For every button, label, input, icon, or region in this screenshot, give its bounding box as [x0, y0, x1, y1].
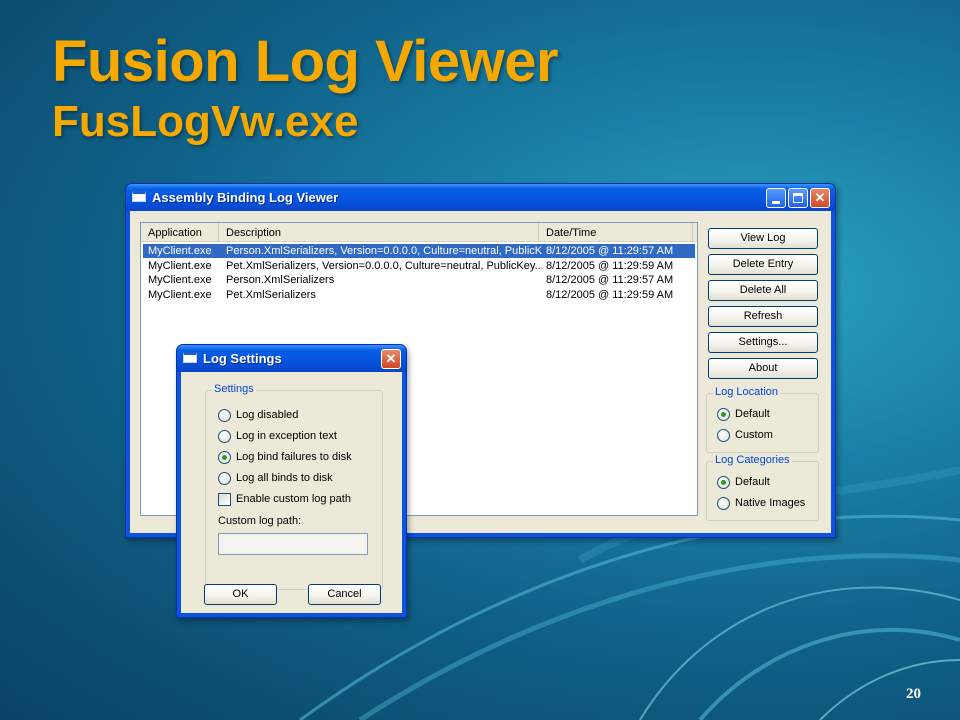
main-titlebar[interactable]: Assembly Binding Log Viewer ✕	[126, 184, 835, 211]
radio-log-location-default[interactable]	[717, 408, 730, 421]
log-settings-dialog: Log Settings ✕ Settings Log disabled Log …	[176, 344, 407, 618]
radio-log-categories-default[interactable]	[717, 476, 730, 489]
log-location-label: Log Location	[713, 386, 780, 398]
cell-datetime: 8/12/2005 @ 11:29:59 AM	[546, 259, 674, 272]
option-label: Custom	[735, 429, 773, 441]
option-label: Log all binds to disk	[236, 472, 333, 484]
cell-description: Person.XmlSerializers	[226, 274, 335, 286]
option-label: Default	[735, 408, 770, 420]
enable-custom-log-path-checkbox[interactable]	[218, 493, 231, 506]
option-label: Enable custom log path	[236, 493, 351, 505]
ok-button[interactable]: OK	[204, 584, 277, 605]
dialog-window-icon	[183, 352, 197, 363]
settings-client-area: Settings Log disabled Log in exception te…	[181, 372, 402, 613]
slide-title: Fusion Log Viewer	[52, 29, 559, 94]
radio-log-categories-native-images[interactable]	[717, 497, 730, 510]
delete-entry-button[interactable]: Delete Entry	[708, 254, 818, 275]
option-label: Default	[735, 476, 770, 488]
log-categories-group: Log Categories Default Native Images	[706, 454, 819, 521]
column-header-datetime[interactable]: Date/Time	[539, 223, 693, 242]
maximize-icon	[793, 193, 803, 203]
settings-group-label: Settings	[212, 383, 256, 395]
minimize-icon	[772, 200, 780, 204]
close-icon: ✕	[814, 190, 826, 205]
log-location-group: Log Location Default Custom	[706, 386, 819, 453]
settings-radio[interactable]	[218, 451, 231, 464]
table-row[interactable]: MyClient.exe Person.XmlSerializers, Versi…	[143, 244, 695, 258]
cancel-button[interactable]: Cancel	[308, 584, 381, 605]
cell-description: Pet.XmlSerializers, Version=0.0.0.0, Cul…	[226, 259, 542, 272]
cell-application: MyClient.exe	[148, 259, 212, 272]
option-label: Log bind failures to disk	[236, 451, 352, 463]
custom-log-path-input[interactable]	[218, 533, 368, 555]
table-row[interactable]: MyClient.exe Pet.XmlSerializers, Version=…	[143, 259, 695, 273]
settings-radio[interactable]	[218, 430, 231, 443]
minimize-button[interactable]	[766, 188, 786, 208]
table-row[interactable]: MyClient.exe Person.XmlSerializers 8/12/20…	[143, 273, 695, 287]
slide-page-number: 20	[906, 686, 921, 702]
list-header: Application Description Date/Time	[141, 223, 697, 242]
main-window-title: Assembly Binding Log Viewer	[152, 190, 339, 205]
close-button[interactable]: ✕	[810, 188, 830, 208]
settings-button[interactable]: Settings...	[708, 332, 818, 353]
close-icon: ✕	[385, 351, 397, 366]
delete-all-button[interactable]: Delete All	[708, 280, 818, 301]
cell-datetime: 8/12/2005 @ 11:29:59 AM	[546, 288, 674, 301]
settings-radio[interactable]	[218, 409, 231, 422]
cell-description: Pet.XmlSerializers	[226, 288, 316, 301]
cell-application: MyClient.exe	[148, 245, 212, 257]
slide-subtitle: FusLogVw.exe	[52, 97, 359, 146]
settings-radio[interactable]	[218, 472, 231, 485]
settings-dialog-title: Log Settings	[203, 351, 282, 366]
custom-log-path-label: Custom log path:	[218, 515, 302, 527]
settings-titlebar[interactable]: Log Settings ✕	[177, 345, 406, 372]
option-label: Native Images	[735, 497, 806, 509]
cell-application: MyClient.exe	[148, 288, 212, 301]
column-header-description[interactable]: Description	[219, 223, 539, 242]
cell-datetime: 8/12/2005 @ 11:29:57 AM	[546, 274, 674, 286]
cell-application: MyClient.exe	[148, 274, 212, 286]
maximize-button[interactable]	[788, 188, 808, 208]
view-log-button[interactable]: View Log	[708, 228, 818, 249]
about-button[interactable]: About	[708, 358, 818, 379]
settings-close-button[interactable]: ✕	[381, 349, 401, 369]
column-header-application[interactable]: Application	[141, 223, 219, 242]
cell-description: Person.XmlSerializers, Version=0.0.0.0, …	[226, 245, 542, 257]
radio-log-location-custom[interactable]	[717, 429, 730, 442]
cell-datetime: 8/12/2005 @ 11:29:57 AM	[546, 245, 674, 257]
option-label: Log in exception text	[236, 430, 337, 442]
option-label: Log disabled	[236, 409, 299, 421]
settings-group: Settings Log disabled Log in exception te…	[205, 383, 383, 590]
log-categories-label: Log Categories	[713, 454, 792, 466]
window-icon	[132, 191, 146, 202]
refresh-button[interactable]: Refresh	[708, 306, 818, 327]
table-row[interactable]: MyClient.exe Pet.XmlSerializers 8/12/2005 …	[143, 288, 695, 302]
